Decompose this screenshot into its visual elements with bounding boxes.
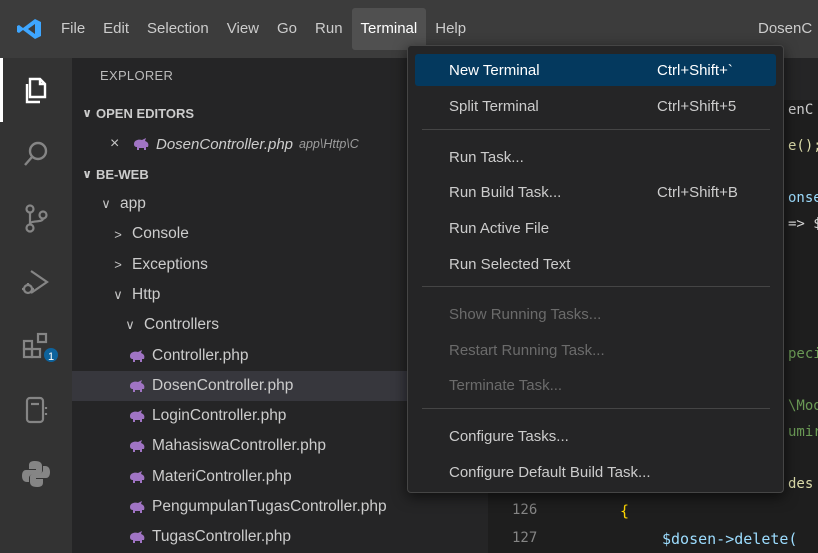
menu-item-restart-running-task: Restart Running Task... <box>415 334 776 366</box>
menu-item-shortcut: Ctrl+Shift+` <box>657 61 733 79</box>
project-label: BE-WEB <box>96 166 149 182</box>
php-file-icon <box>130 470 145 483</box>
menu-run[interactable]: Run <box>306 8 352 50</box>
menu-separator <box>422 286 770 287</box>
code-line-127[interactable]: 127 $dosen->delete( <box>488 524 818 553</box>
python-icon[interactable] <box>0 442 72 506</box>
menu-item-terminate-task: Terminate Task... <box>415 369 776 401</box>
activity-bar: 1 <box>0 58 72 553</box>
close-icon[interactable]: × <box>110 135 124 153</box>
chevron-down-icon: ∨ <box>125 317 135 333</box>
php-file-icon <box>130 410 145 423</box>
code-text: $dosen->delete( <box>662 530 798 548</box>
line-number: 127 <box>512 530 538 546</box>
menu-item-label: Configure Tasks... <box>449 427 569 445</box>
tree-item-label: DosenController.php <box>152 376 294 394</box>
chevron-down-icon: ∨ <box>101 196 111 211</box>
menu-terminal[interactable]: Terminal <box>351 8 427 50</box>
open-editors-label: OPEN EDITORS <box>96 105 195 121</box>
php-file-icon <box>130 349 145 362</box>
extensions-icon[interactable]: 1 <box>0 314 72 378</box>
vscode-logo-icon[interactable] <box>16 18 42 40</box>
php-file-icon <box>130 531 145 544</box>
chevron-down-icon: ∨ <box>82 106 92 120</box>
editor-tab-fragment[interactable]: enC <box>788 102 813 118</box>
tree-item-label: TugasController.php <box>152 528 292 546</box>
menu-item-show-running-tasks: Show Running Tasks... <box>415 298 776 330</box>
chevron-right-icon: > <box>114 226 122 242</box>
terminal-menu: New Terminal Ctrl+Shift+` Split Terminal… <box>407 45 784 493</box>
menu-item-label: Show Running Tasks... <box>449 305 602 323</box>
menu-item-label: Run Build Task... <box>449 183 562 201</box>
menu-item-run-active-file[interactable]: Run Active File <box>415 212 776 244</box>
run-debug-icon[interactable] <box>0 250 72 314</box>
code-fragment: => $ <box>788 216 818 232</box>
tree-item-label: MateriController.php <box>152 467 292 485</box>
menu-item-label: Restart Running Task... <box>449 341 605 359</box>
tree-file-item[interactable]: PengumpulanTugasController.php <box>72 492 488 522</box>
chevron-down-icon: ∨ <box>113 286 123 302</box>
search-icon[interactable] <box>0 122 72 186</box>
tree-item-label: LoginController.php <box>152 407 287 425</box>
php-file-icon <box>130 440 145 453</box>
menu-item-run-task[interactable]: Run Task... <box>415 141 776 173</box>
php-file-icon <box>130 379 145 392</box>
tree-item-label: Console <box>132 225 189 243</box>
code-fragment: umir <box>788 424 818 440</box>
source-control-icon[interactable] <box>0 186 72 250</box>
php-file-icon <box>134 138 149 150</box>
menu-item-label: New Terminal <box>449 61 540 79</box>
menu-item-shortcut: Ctrl+Shift+B <box>657 183 738 201</box>
code-fragment: peci <box>788 346 818 362</box>
menu-view[interactable]: View <box>218 8 268 50</box>
code-line-126[interactable]: 126 { <box>488 496 818 526</box>
open-editor-path: app\Http\C <box>299 137 359 151</box>
menu-item-label: Run Task... <box>449 148 524 166</box>
menu-item-configure-tasks[interactable]: Configure Tasks... <box>415 420 776 452</box>
menu-help[interactable]: Help <box>426 8 475 50</box>
open-editor-filename: DosenController.php <box>156 135 294 153</box>
code-text: { <box>620 502 630 520</box>
menu-separator <box>422 408 770 409</box>
tree-item-label: MahasiswaController.php <box>152 437 327 455</box>
remote-explorer-icon[interactable] <box>0 378 72 442</box>
tree-item-label: Exceptions <box>132 255 208 273</box>
explorer-title: EXPLORER <box>100 68 174 83</box>
tree-file-item[interactable]: TugasController.php <box>72 522 488 552</box>
menu-item-new-terminal[interactable]: New Terminal Ctrl+Shift+` <box>415 54 776 86</box>
line-number: 126 <box>512 502 538 518</box>
menu-item-split-terminal[interactable]: Split Terminal Ctrl+Shift+5 <box>415 90 776 122</box>
menu-edit[interactable]: Edit <box>94 8 138 50</box>
code-fragment: des <box>788 476 814 492</box>
menu-go[interactable]: Go <box>268 8 306 50</box>
code-fragment: \Moo <box>788 398 818 414</box>
menu-item-label: Terminate Task... <box>449 376 563 394</box>
tree-item-label: PengumpulanTugasController.php <box>152 498 387 515</box>
menu-item-run-selected-text[interactable]: Run Selected Text <box>415 248 776 280</box>
chevron-down-icon: ∨ <box>82 167 92 181</box>
menu-item-label: Split Terminal <box>449 97 539 115</box>
menu-item-shortcut: Ctrl+Shift+5 <box>657 97 737 115</box>
menu-selection[interactable]: Selection <box>138 8 218 50</box>
menu-item-label: Run Selected Text <box>449 255 571 273</box>
code-fragment: e(); <box>788 138 818 154</box>
tree-item-label: Controller.php <box>152 346 249 364</box>
menu-item-configure-default-build-task[interactable]: Configure Default Build Task... <box>415 456 776 488</box>
tree-item-label: Http <box>132 285 161 303</box>
tree-item-label: app <box>120 195 146 212</box>
php-file-icon <box>130 501 145 513</box>
tree-item-label: Controllers <box>144 316 219 334</box>
menu-file[interactable]: File <box>52 8 94 50</box>
menu-item-label: Configure Default Build Task... <box>449 463 651 481</box>
extensions-badge: 1 <box>42 346 60 364</box>
chevron-right-icon: > <box>114 257 122 273</box>
explorer-icon[interactable] <box>0 58 72 122</box>
menu-item-label: Run Active File <box>449 219 550 237</box>
menu-item-run-build-task[interactable]: Run Build Task... Ctrl+Shift+B <box>415 176 776 208</box>
code-fragment: onse <box>788 190 818 206</box>
menu-separator <box>422 129 770 130</box>
